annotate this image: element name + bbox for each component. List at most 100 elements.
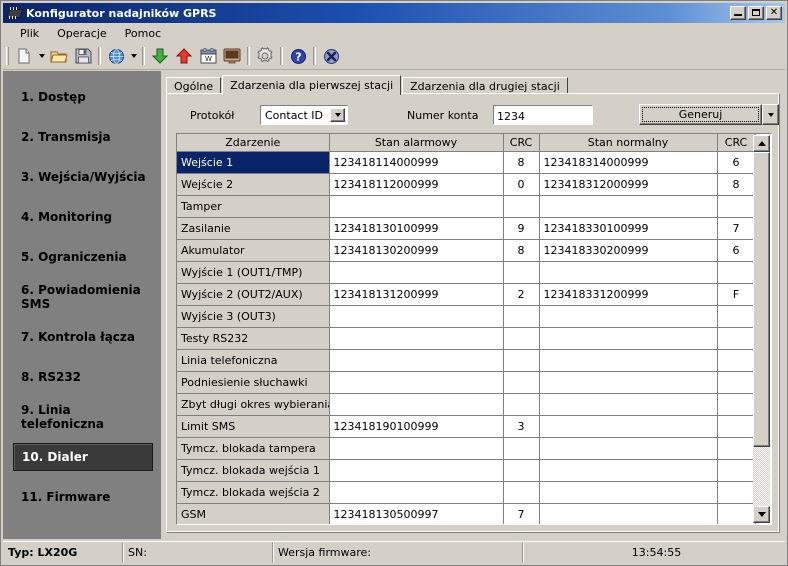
cell-crc-alarm[interactable]: 8 <box>503 151 540 174</box>
table-row[interactable]: Zasilanie 123418130100999 9 123418330100… <box>177 217 756 240</box>
cell-crc-alarm[interactable]: 8 <box>503 239 540 262</box>
close-button[interactable]: ✕ <box>766 6 782 20</box>
cell-normal-state[interactable] <box>539 415 718 438</box>
cell-normal-state[interactable]: 123418331200999 <box>539 283 718 306</box>
cell-event[interactable]: Wejście 2 <box>177 173 330 196</box>
cell-crc-normal[interactable]: 8 <box>717 173 756 196</box>
cell-event[interactable]: GSM <box>177 503 330 524</box>
cell-crc-alarm[interactable] <box>503 195 540 218</box>
cell-crc-normal[interactable]: 7 <box>717 217 756 240</box>
sidebar-item-dostep[interactable]: 1. Dostęp <box>13 83 153 111</box>
scroll-up-button[interactable] <box>753 135 770 152</box>
sidebar-item-ograniczenia[interactable]: 5. Ograniczenia <box>13 243 153 271</box>
cell-event[interactable]: Zbyt długi okres wybierania ... <box>177 393 330 416</box>
cell-crc-normal[interactable] <box>717 481 756 504</box>
new-file-icon[interactable] <box>12 45 36 68</box>
cell-crc-normal[interactable] <box>717 195 756 218</box>
new-file-dropdown-icon[interactable] <box>36 45 47 68</box>
toolbar-grip[interactable] <box>6 47 9 65</box>
globe-icon[interactable] <box>104 45 128 68</box>
table-row[interactable]: Testy RS232 <box>177 327 756 350</box>
table-row[interactable]: Tymcz. blokada wejścia 2 <box>177 481 756 504</box>
column-header-crc-1[interactable]: CRC <box>503 134 540 152</box>
cell-normal-state[interactable] <box>539 195 718 218</box>
cell-alarm-state[interactable] <box>329 437 504 460</box>
cell-alarm-state[interactable] <box>329 393 504 416</box>
cell-crc-normal[interactable] <box>717 261 756 284</box>
cell-event[interactable]: Wejście 1 <box>177 151 330 174</box>
cell-crc-alarm[interactable] <box>503 327 540 350</box>
cell-crc-normal[interactable] <box>717 305 756 328</box>
tab-zdarzenia-pierwsza-stacja[interactable]: Zdarzenia dla pierwszej stacji <box>222 75 402 95</box>
menu-plik[interactable]: Plik <box>11 25 48 42</box>
cell-normal-state[interactable] <box>539 371 718 394</box>
cell-alarm-state[interactable] <box>329 261 504 284</box>
cell-alarm-state[interactable]: 123418112000999 <box>329 173 504 196</box>
cell-crc-normal[interactable] <box>717 415 756 438</box>
cell-normal-state[interactable] <box>539 503 718 524</box>
table-row[interactable]: Wejście 1 123418114000999 8 123418314000… <box>177 151 756 174</box>
sidebar-item-wejscia-wyjscia[interactable]: 3. Wejścia/Wyjścia <box>13 163 153 191</box>
cell-normal-state[interactable] <box>539 393 718 416</box>
cell-crc-alarm[interactable] <box>503 371 540 394</box>
sidebar-item-rs232[interactable]: 8. RS232 <box>13 363 153 391</box>
cell-normal-state[interactable] <box>539 437 718 460</box>
help-question-icon[interactable]: ? <box>286 45 310 68</box>
maximize-button[interactable] <box>748 6 764 20</box>
cell-normal-state[interactable] <box>539 459 718 482</box>
table-row[interactable]: Linia telefoniczna <box>177 349 756 372</box>
table-row[interactable]: Akumulator 123418130200999 8 12341833020… <box>177 239 756 262</box>
cell-normal-state[interactable]: 123418312000999 <box>539 173 718 196</box>
table-row[interactable]: Limit SMS 123418190100999 3 <box>177 415 756 438</box>
sidebar-item-linia-telefoniczna[interactable]: 9. Linia telefoniczna <box>13 403 153 431</box>
scroll-down-button[interactable] <box>753 506 770 523</box>
cell-event[interactable]: Wyjście 1 (OUT1/TMP) <box>177 261 330 284</box>
minimize-button[interactable] <box>730 6 746 20</box>
menu-operacje[interactable]: Operacje <box>48 25 116 42</box>
cell-crc-normal[interactable] <box>717 393 756 416</box>
cell-alarm-state[interactable]: 123418130200999 <box>329 239 504 262</box>
cell-crc-normal[interactable] <box>717 371 756 394</box>
scrollbar-thumb[interactable] <box>753 152 770 447</box>
cell-crc-alarm[interactable]: 9 <box>503 217 540 240</box>
cell-normal-state[interactable]: 123418314000999 <box>539 151 718 174</box>
cell-crc-alarm[interactable] <box>503 393 540 416</box>
cell-crc-normal[interactable]: 6 <box>717 151 756 174</box>
cell-alarm-state[interactable] <box>329 349 504 372</box>
cell-alarm-state[interactable]: 123418131200999 <box>329 283 504 306</box>
cell-crc-normal[interactable]: 6 <box>717 239 756 262</box>
chevron-down-icon[interactable] <box>330 108 345 122</box>
cell-crc-normal[interactable]: F <box>717 283 756 306</box>
open-folder-icon[interactable] <box>47 45 71 68</box>
table-row[interactable]: Tymcz. blokada wejścia 1 <box>177 459 756 482</box>
sidebar-item-kontrola-lacza[interactable]: 7. Kontrola łącza <box>13 323 153 351</box>
sidebar-item-firmware[interactable]: 11. Firmware <box>13 483 153 511</box>
cell-crc-normal[interactable] <box>717 437 756 460</box>
generate-button[interactable]: Generuj <box>639 104 762 125</box>
cell-crc-alarm[interactable]: 3 <box>503 415 540 438</box>
cell-normal-state[interactable]: 123418330100999 <box>539 217 718 240</box>
cell-event[interactable]: Tymcz. blokada wejścia 1 <box>177 459 330 482</box>
cell-alarm-state[interactable] <box>329 459 504 482</box>
cell-crc-alarm[interactable]: 2 <box>503 283 540 306</box>
cell-alarm-state[interactable] <box>329 327 504 350</box>
cell-alarm-state[interactable]: 123418114000999 <box>329 151 504 174</box>
cell-alarm-state[interactable] <box>329 305 504 328</box>
cell-crc-alarm[interactable] <box>503 349 540 372</box>
cell-event[interactable]: Zasilanie <box>177 217 330 240</box>
table-row[interactable]: Wyjście 3 (OUT3) <box>177 305 756 328</box>
cell-alarm-state[interactable]: 123418190100999 <box>329 415 504 438</box>
cell-normal-state[interactable] <box>539 481 718 504</box>
monitor-icon[interactable] <box>220 45 244 68</box>
cell-event[interactable]: Akumulator <box>177 239 330 262</box>
cell-normal-state[interactable]: 123418330200999 <box>539 239 718 262</box>
grid-vertical-scrollbar[interactable] <box>753 135 770 523</box>
exit-icon[interactable] <box>319 45 343 68</box>
upload-red-arrow-icon[interactable] <box>172 45 196 68</box>
cell-crc-alarm[interactable] <box>503 305 540 328</box>
cell-normal-state[interactable] <box>539 305 718 328</box>
sidebar-item-dialer[interactable]: 10. Dialer <box>13 443 153 471</box>
cell-crc-alarm[interactable] <box>503 437 540 460</box>
cell-alarm-state[interactable]: 123418130100999 <box>329 217 504 240</box>
cell-crc-alarm[interactable] <box>503 261 540 284</box>
